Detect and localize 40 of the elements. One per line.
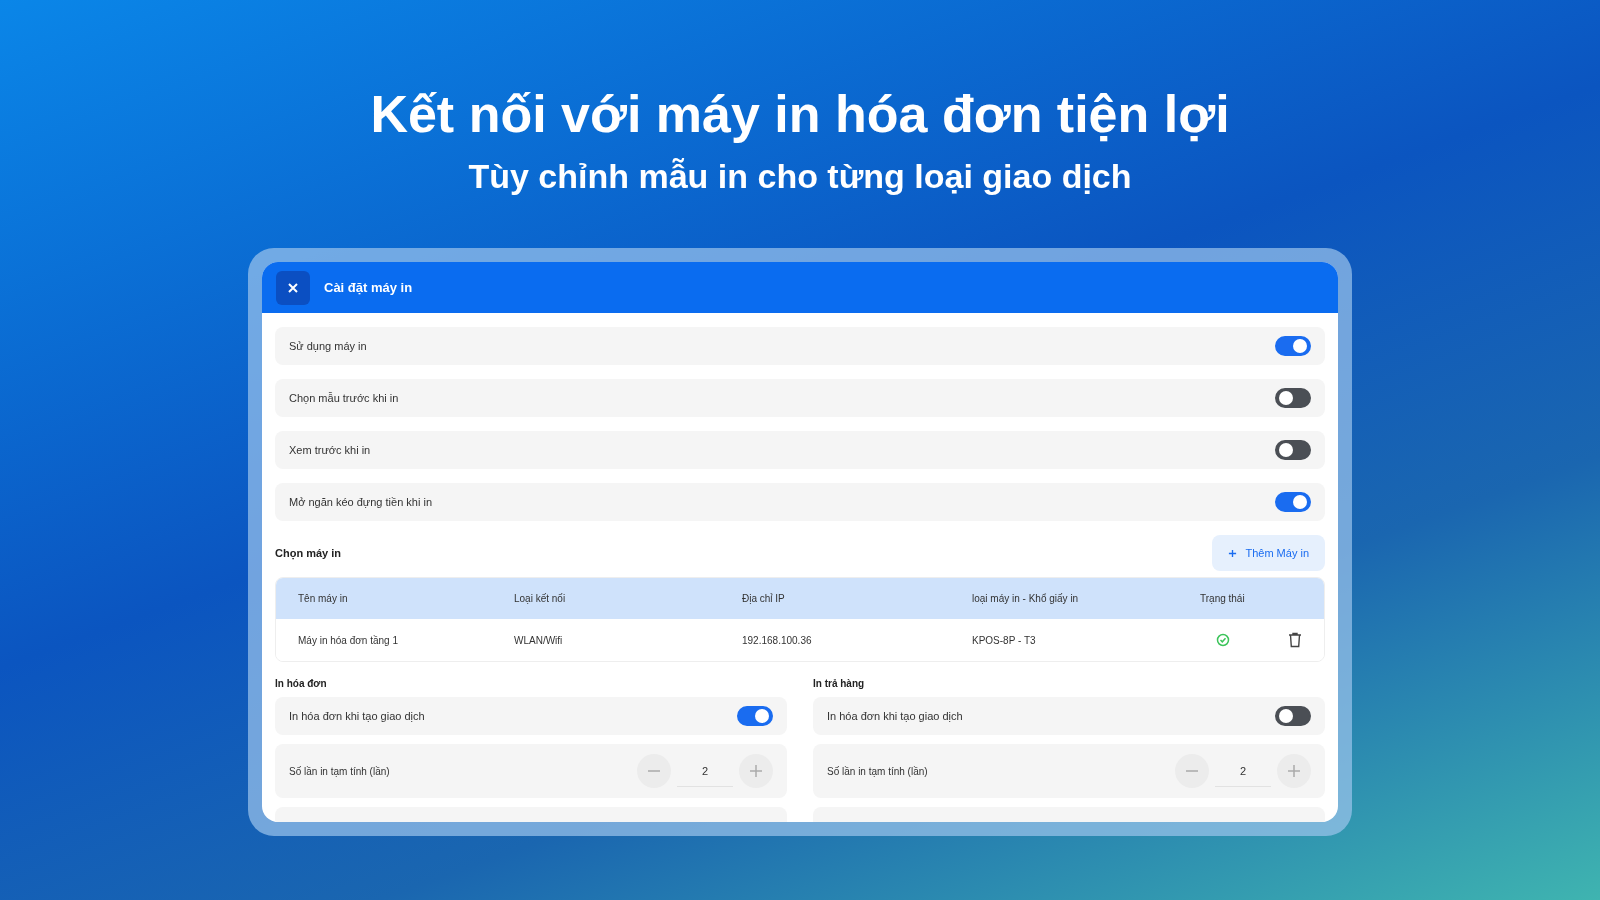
count-value: 2 — [1215, 755, 1271, 787]
setting-label: Mở ngăn kéo đựng tiền khi in — [289, 494, 432, 510]
minus-icon — [1186, 770, 1198, 772]
table-cell-text: 192.168.100.36 — [742, 633, 813, 648]
setting-label: In hóa đơn khi tạo giao dịch — [289, 708, 425, 724]
column-header: loại máy in - Khổ giấy in — [972, 592, 1080, 606]
trash-icon[interactable] — [1288, 632, 1302, 648]
subheadline: Tùy chỉnh mẫu in cho từng loại giao dịch — [468, 156, 1132, 197]
section-title: In trả hàng — [813, 677, 866, 691]
plus-icon — [750, 765, 762, 777]
table-cell-text: Máy in hóa đơn tầng 1 — [298, 633, 399, 648]
column-header: Loại kết nối — [514, 592, 567, 606]
column-header: Trạng thái — [1200, 592, 1246, 606]
setting-label: In hóa đơn khi tạo giao dịch — [827, 708, 963, 724]
setting-label: Số lần in tạm tính (lần) — [827, 764, 928, 779]
table-cell-text: WLAN/Wifi — [514, 633, 564, 648]
add-printer-button[interactable]: Thêm Máy in — [1212, 535, 1325, 571]
plus-icon — [1228, 548, 1238, 558]
toggle-switch[interactable] — [1275, 388, 1311, 408]
headline: Kết nối với máy in hóa đơn tiện lợi — [370, 84, 1230, 145]
close-button[interactable] — [276, 270, 310, 305]
table-cell-text: KPOS-8P - T3 — [972, 633, 1037, 648]
toggle-switch[interactable] — [1275, 492, 1311, 512]
setting-label: Số lần in tạm tính (lần) — [289, 764, 390, 779]
section-title: Chọn máy in — [275, 545, 341, 562]
close-icon — [287, 281, 299, 294]
plus-icon — [1288, 765, 1300, 777]
column-header: Địa chỉ IP — [742, 592, 786, 606]
toggle-switch[interactable] — [1275, 440, 1311, 460]
toggle-switch[interactable] — [1275, 336, 1311, 356]
column-header: Tên máy in — [298, 592, 349, 606]
setting-label: Chọn mẫu trước khi in — [289, 390, 399, 406]
section-title: In hóa đơn — [275, 677, 328, 691]
toggle-switch[interactable] — [1275, 706, 1311, 726]
window-title: Cài đặt máy in — [324, 278, 413, 297]
setting-label: Xem trước khi in — [289, 442, 371, 458]
setting-label: Sử dụng máy in — [289, 338, 367, 354]
count-value: 2 — [677, 755, 733, 787]
minus-icon — [648, 770, 660, 772]
toggle-switch[interactable] — [737, 706, 773, 726]
